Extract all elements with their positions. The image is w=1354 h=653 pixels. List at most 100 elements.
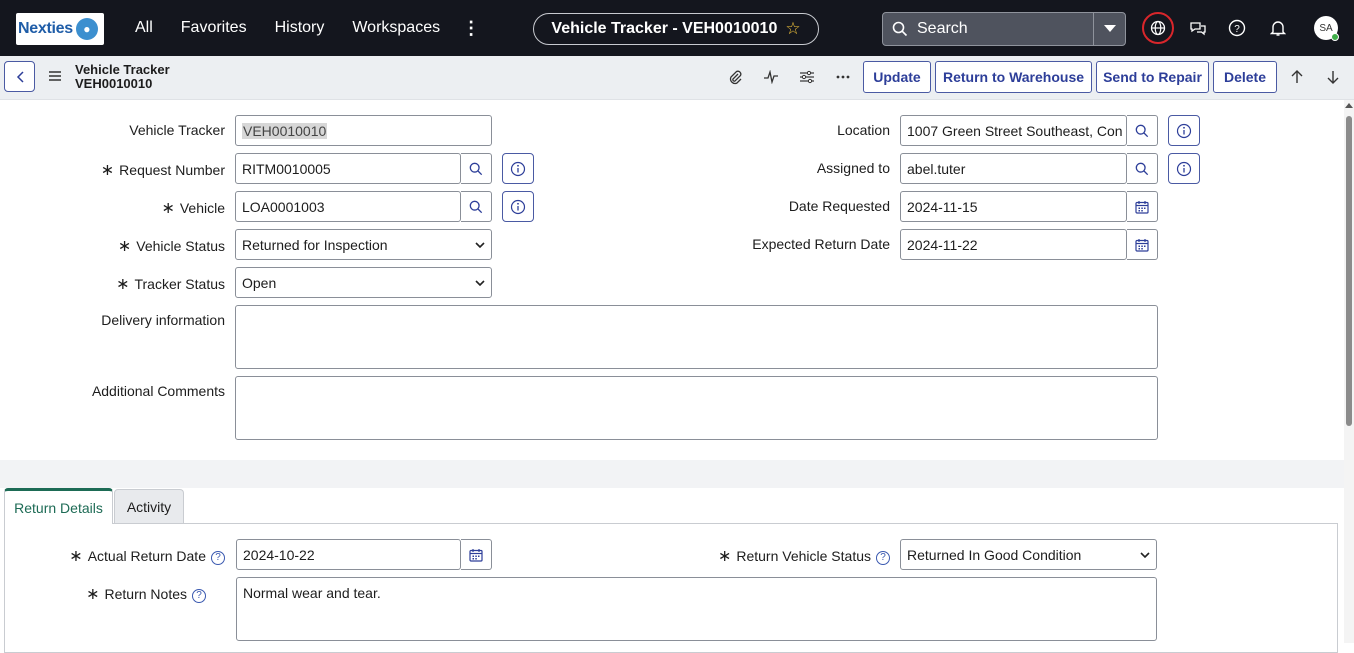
- logo-globe-icon: ●: [75, 18, 98, 40]
- expected-return-date-label: Expected Return Date: [752, 236, 890, 252]
- brand-logo[interactable]: Nexties ●: [16, 13, 104, 45]
- assigned-to-lookup-button[interactable]: [1127, 153, 1158, 184]
- date-requested-calendar-button[interactable]: [1127, 191, 1158, 222]
- tracker-status-label: Tracker Status: [134, 276, 225, 292]
- user-avatar[interactable]: SA: [1314, 16, 1339, 41]
- expected-return-date-value: 2024-11-22: [907, 236, 978, 253]
- help-question-icon[interactable]: ?: [876, 550, 890, 565]
- record-title-pill[interactable]: Vehicle Tracker - VEH0010010 ☆: [533, 13, 819, 45]
- calendar-icon: [1135, 200, 1149, 214]
- actual-return-date-field[interactable]: 2024-10-22: [236, 539, 461, 570]
- date-requested-field[interactable]: 2024-11-15: [900, 191, 1127, 222]
- required-asterisk: ∗: [69, 548, 83, 565]
- required-asterisk: ∗: [100, 162, 115, 179]
- record-heading: Vehicle Tracker VEH0010010: [75, 63, 170, 91]
- scrollbar-thumb[interactable]: [1346, 116, 1352, 426]
- send-to-repair-button[interactable]: Send to Repair: [1096, 61, 1209, 93]
- scroll-up-arrow-icon[interactable]: [1345, 103, 1353, 108]
- search-icon: [469, 162, 483, 175]
- additional-comments-textarea[interactable]: [235, 376, 1158, 440]
- date-requested-label: Date Requested: [788, 198, 890, 214]
- actual-return-date-calendar-button[interactable]: [461, 539, 492, 570]
- actual-return-date-label: Actual Return Date: [87, 548, 206, 564]
- expected-return-date-calendar-button[interactable]: [1127, 229, 1158, 260]
- expected-return-date-field[interactable]: 2024-11-22: [900, 229, 1127, 260]
- vehicle-status-select[interactable]: Returned for Inspection: [235, 229, 492, 260]
- vehicle-tracker-label: Vehicle Tracker: [129, 122, 225, 138]
- svg-text:?: ?: [1234, 24, 1240, 35]
- location-value: 1007 Green Street Southeast, Con: [907, 122, 1123, 139]
- vehicle-field[interactable]: LOA0001003: [235, 191, 461, 222]
- form-menu-icon[interactable]: [48, 69, 62, 87]
- return-notes-textarea[interactable]: Normal wear and tear.: [236, 577, 1157, 641]
- nav-all[interactable]: All: [135, 19, 153, 37]
- nav-history[interactable]: History: [275, 19, 325, 37]
- activity-pulse-icon[interactable]: [761, 67, 781, 87]
- location-field[interactable]: 1007 Green Street Southeast, Con: [900, 115, 1127, 146]
- vehicle-status-label: Vehicle Status: [136, 238, 225, 254]
- vehicle-label-row: ∗ Vehicle: [161, 198, 225, 218]
- tracker-status-select[interactable]: Open: [235, 267, 492, 298]
- record-number: VEH0010010: [75, 76, 153, 91]
- assigned-to-field[interactable]: abel.tuter: [900, 153, 1127, 184]
- assigned-to-value: abel.tuter: [907, 160, 966, 177]
- page-scrollbar[interactable]: [1344, 100, 1354, 643]
- tab-activity[interactable]: Activity: [114, 489, 184, 523]
- request-number-label-row: ∗ Request Number: [101, 160, 225, 180]
- tracker-status-label-row: ∗ Tracker Status: [116, 274, 225, 294]
- more-horizontal-icon[interactable]: [833, 67, 853, 87]
- language-globe-button[interactable]: [1142, 12, 1174, 44]
- chat-icon[interactable]: [1186, 16, 1210, 40]
- chevron-down-icon: [475, 279, 485, 286]
- location-lookup-button[interactable]: [1127, 115, 1158, 146]
- star-icon[interactable]: ☆: [785, 19, 800, 39]
- return-vehicle-status-select[interactable]: Returned In Good Condition: [900, 539, 1157, 570]
- request-number-info-button[interactable]: [502, 153, 534, 184]
- return-vehicle-status-value: Returned In Good Condition: [907, 546, 1082, 563]
- request-number-lookup-button[interactable]: [461, 153, 492, 184]
- actual-return-date-label-row: ∗ Actual Return Date?: [69, 546, 225, 566]
- help-question-icon[interactable]: ?: [192, 588, 206, 603]
- settings-sliders-icon[interactable]: [797, 67, 817, 87]
- assigned-to-label: Assigned to: [816, 160, 890, 176]
- table-name: Vehicle Tracker: [75, 62, 170, 77]
- location-info-button[interactable]: [1168, 115, 1200, 146]
- next-record-arrow-icon[interactable]: [1323, 67, 1343, 87]
- global-search[interactable]: Search: [882, 12, 1126, 46]
- required-asterisk: ∗: [717, 548, 732, 565]
- request-number-field[interactable]: RITM0010005: [235, 153, 461, 184]
- vehicle-tracker-field[interactable]: VEH0010010: [235, 115, 492, 146]
- form-header: Vehicle Tracker VEH0010010 Update Return…: [0, 56, 1354, 100]
- return-to-warehouse-button[interactable]: Return to Warehouse: [935, 61, 1092, 93]
- avatar-initials: SA: [1319, 22, 1333, 34]
- attachment-icon[interactable]: [725, 67, 745, 87]
- search-placeholder: Search: [917, 20, 968, 37]
- previous-record-arrow-icon[interactable]: [1287, 67, 1307, 87]
- request-number-label: Request Number: [119, 162, 225, 178]
- help-question-icon[interactable]: ?: [211, 550, 225, 565]
- record-title-text: Vehicle Tracker - VEH0010010: [551, 20, 778, 37]
- nav-workspaces[interactable]: Workspaces: [352, 19, 440, 37]
- delete-button[interactable]: Delete: [1213, 61, 1277, 93]
- help-icon[interactable]: ?: [1225, 16, 1249, 40]
- vehicle-tracker-value: VEH0010010: [242, 122, 328, 139]
- vehicle-lookup-button[interactable]: [461, 191, 492, 222]
- request-number-value: RITM0010005: [242, 160, 331, 177]
- nav-favorites[interactable]: Favorites: [181, 19, 247, 37]
- more-vertical-icon[interactable]: ⋮: [462, 18, 480, 39]
- search-icon: [469, 200, 483, 213]
- required-asterisk: ∗: [161, 200, 175, 217]
- actual-return-date-value: 2024-10-22: [243, 546, 315, 563]
- back-button[interactable]: [4, 61, 35, 92]
- bell-icon[interactable]: [1266, 16, 1290, 40]
- tracker-status-value: Open: [242, 274, 277, 291]
- top-nav: Nexties ● All Favorites History Workspac…: [0, 0, 1354, 56]
- search-icon: [1135, 124, 1149, 137]
- tab-return-details[interactable]: Return Details: [4, 488, 113, 524]
- vehicle-info-button[interactable]: [502, 191, 534, 222]
- update-button[interactable]: Update: [863, 61, 931, 93]
- search-scope-dropdown-icon[interactable]: [1093, 13, 1125, 45]
- assigned-to-info-button[interactable]: [1168, 153, 1200, 184]
- info-icon: [1176, 161, 1192, 176]
- delivery-information-textarea[interactable]: [235, 305, 1158, 369]
